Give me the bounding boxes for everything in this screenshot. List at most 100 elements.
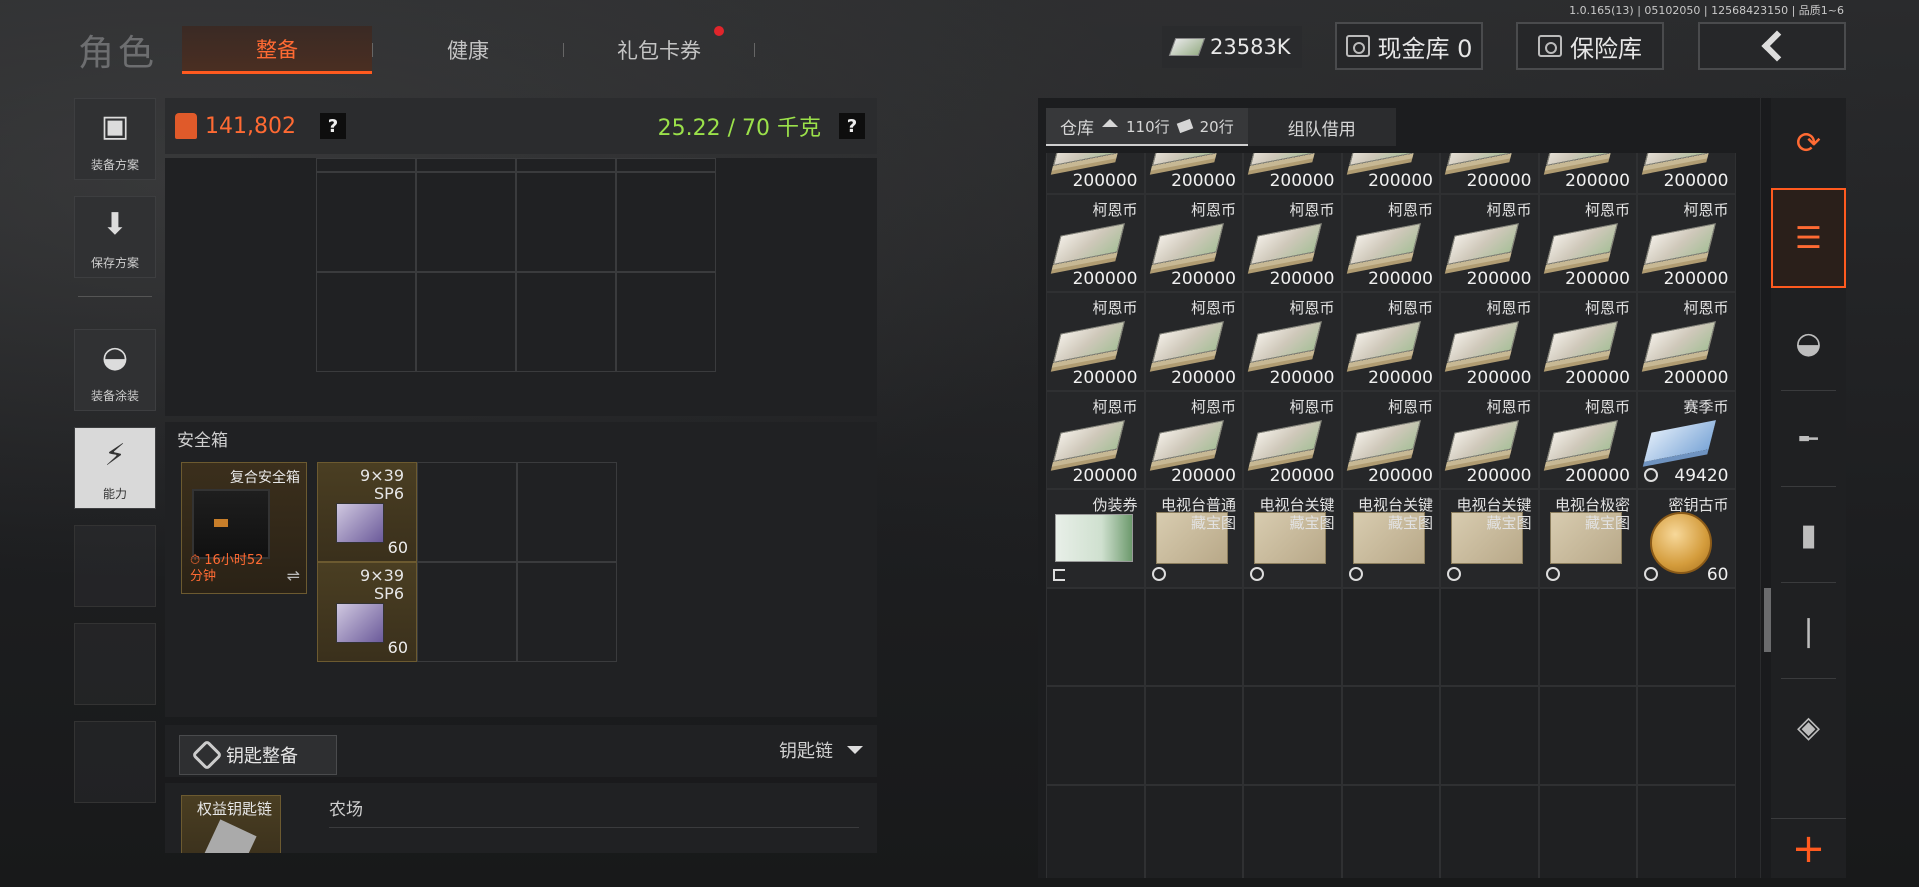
warehouse-item[interactable]: 柯恩币 200000 — [1637, 193, 1736, 292]
empty-cell[interactable] — [1144, 784, 1243, 878]
warehouse-item[interactable]: 柯恩币 200000 — [1144, 390, 1243, 489]
grid-cell[interactable] — [417, 462, 517, 562]
empty-cell[interactable] — [1440, 686, 1539, 785]
ammo-item[interactable]: 9×39 SP6 60 — [317, 462, 417, 562]
grid-cell[interactable] — [316, 158, 416, 172]
empty-cell[interactable] — [1637, 686, 1736, 785]
grid-cell[interactable] — [517, 562, 617, 662]
warehouse-item[interactable]: 柯恩币 200000 — [1243, 292, 1342, 391]
warehouse-item[interactable]: 柯恩币 200000 — [1538, 292, 1637, 391]
empty-cell[interactable] — [1440, 587, 1539, 686]
grid-cell[interactable] — [616, 158, 716, 172]
empty-cell[interactable] — [1538, 784, 1637, 878]
warehouse-item[interactable]: 柯恩币 200000 — [1440, 292, 1539, 391]
safe-box-item[interactable]: 复合安全箱 ⏱ 16小时52 分钟 ⇌ — [181, 462, 307, 594]
empty-cell[interactable] — [1341, 686, 1440, 785]
grid-cell[interactable] — [416, 158, 516, 172]
empty-cell[interactable] — [1440, 784, 1539, 878]
cash-vault-button[interactable]: 现金库 0 — [1335, 22, 1483, 70]
warehouse-item[interactable]: 柯恩币 200000 — [1144, 193, 1243, 292]
warehouse-item[interactable]: 柯恩币 200000 — [1440, 390, 1539, 489]
warehouse-item[interactable]: 200000 — [1046, 153, 1145, 194]
warehouse-item[interactable]: 200000 — [1341, 153, 1440, 194]
empty-cell[interactable] — [1144, 587, 1243, 686]
warehouse-item[interactable]: 柯恩币 200000 — [1538, 390, 1637, 489]
warehouse-item[interactable]: 柯恩币 200000 — [1440, 193, 1539, 292]
warehouse-item[interactable]: 柯恩币 200000 — [1144, 292, 1243, 391]
safe-vault-button[interactable]: 保险库 — [1516, 22, 1664, 70]
warehouse-item[interactable]: 柯恩币 200000 — [1341, 390, 1440, 489]
keychain-item[interactable]: 权益钥匙链 — [181, 795, 281, 853]
swap-icon[interactable]: ⇌ — [287, 566, 300, 585]
grid-cell[interactable] — [316, 172, 416, 272]
grid-cell[interactable] — [416, 172, 516, 272]
sidebar-item-save-loadout[interactable]: ⬇ 保存方案 — [74, 196, 156, 278]
grid-cell[interactable] — [616, 172, 716, 272]
stack-icon[interactable]: ☰ — [1771, 188, 1846, 288]
warehouse-item[interactable]: 柯恩币 200000 — [1341, 292, 1440, 391]
grid-cell[interactable] — [616, 272, 716, 372]
back-button[interactable] — [1698, 22, 1846, 70]
warehouse-item[interactable]: 伪装券 — [1046, 489, 1145, 588]
empty-cell[interactable] — [1243, 686, 1342, 785]
magazine-icon[interactable]: ▮ — [1771, 490, 1846, 580]
warehouse-item[interactable]: 200000 — [1440, 153, 1539, 194]
empty-cell[interactable] — [1341, 784, 1440, 878]
sidebar-item-abilities[interactable]: ⚡ 能力 — [74, 427, 156, 509]
warehouse-item[interactable]: 电视台极密 藏宝图 — [1538, 489, 1637, 588]
add-icon[interactable]: + — [1771, 818, 1846, 878]
warehouse-item[interactable]: 电视台关键 藏宝图 — [1243, 489, 1342, 588]
empty-cell[interactable] — [1243, 587, 1342, 686]
warehouse-item[interactable]: 柯恩币 200000 — [1046, 193, 1145, 292]
grid-cell[interactable] — [416, 272, 516, 372]
warehouse-item[interactable]: 电视台普通 藏宝图 — [1144, 489, 1243, 588]
ammo-item[interactable]: 9×39 SP6 60 — [317, 562, 417, 662]
helmet-icon[interactable]: ◒ — [1771, 298, 1846, 388]
weight-help-button[interactable]: ? — [839, 113, 865, 139]
grid-cell[interactable] — [316, 272, 416, 372]
empty-cell[interactable] — [1144, 686, 1243, 785]
scope-icon[interactable]: ◈ — [1771, 682, 1846, 772]
empty-cell[interactable] — [1538, 686, 1637, 785]
empty-cell[interactable] — [1538, 587, 1637, 686]
warehouse-item[interactable]: 电视台关键 藏宝图 — [1440, 489, 1539, 588]
warehouse-item[interactable]: 柯恩币 200000 — [1538, 193, 1637, 292]
tab-equipment[interactable]: 整备 — [182, 26, 372, 74]
grid-cell[interactable] — [516, 272, 616, 372]
grid-cell[interactable] — [417, 562, 517, 662]
sidebar-item-skins[interactable]: ◒ 装备涂装 — [74, 329, 156, 411]
ammo-icon[interactable]: ❘ — [1771, 586, 1846, 676]
grid-cell[interactable] — [517, 462, 617, 562]
warehouse-item[interactable]: 赛季币 49420 — [1637, 390, 1736, 489]
warehouse-item[interactable]: 200000 — [1538, 153, 1637, 194]
help-button[interactable]: ? — [319, 113, 346, 139]
empty-cell[interactable] — [1637, 587, 1736, 686]
grid-cell[interactable] — [516, 158, 616, 172]
warehouse-item[interactable]: 密钥古币 60 — [1637, 489, 1736, 588]
empty-cell[interactable] — [1637, 784, 1736, 878]
warehouse-item[interactable]: 柯恩币 200000 — [1046, 292, 1145, 391]
warehouse-item[interactable]: 柯恩币 200000 — [1243, 390, 1342, 489]
tab-warehouse[interactable]: 仓库 110行 20行 — [1046, 108, 1248, 146]
empty-cell[interactable] — [1046, 587, 1145, 686]
warehouse-item[interactable]: 200000 — [1243, 153, 1342, 194]
grid-cell[interactable] — [516, 172, 616, 272]
empty-cell[interactable] — [1341, 587, 1440, 686]
warehouse-item[interactable]: 柯恩币 200000 — [1046, 390, 1145, 489]
key-loadout-button[interactable]: 钥匙整备 — [179, 735, 337, 775]
tab-team-borrow[interactable]: 组队借用 — [1247, 108, 1396, 146]
keychain-dropdown[interactable]: 钥匙链 — [779, 737, 863, 763]
warehouse-item[interactable]: 柯恩币 200000 — [1243, 193, 1342, 292]
rifle-icon[interactable]: ╾ — [1771, 394, 1846, 484]
warehouse-item[interactable]: 200000 — [1144, 153, 1243, 194]
empty-cell[interactable] — [1046, 686, 1145, 785]
sidebar-item-loadout[interactable]: ▣ 装备方案 — [74, 98, 156, 180]
warehouse-item[interactable]: 200000 — [1637, 153, 1736, 194]
empty-cell[interactable] — [1243, 784, 1342, 878]
warehouse-item[interactable]: 柯恩币 200000 — [1637, 292, 1736, 391]
tab-health[interactable]: 健康 — [373, 26, 563, 74]
stack-refresh-icon[interactable]: ⟳ — [1771, 98, 1846, 188]
warehouse-item[interactable]: 柯恩币 200000 — [1341, 193, 1440, 292]
empty-cell[interactable] — [1046, 784, 1145, 878]
tab-gift-vouchers[interactable]: 礼包卡券 — [564, 26, 754, 74]
